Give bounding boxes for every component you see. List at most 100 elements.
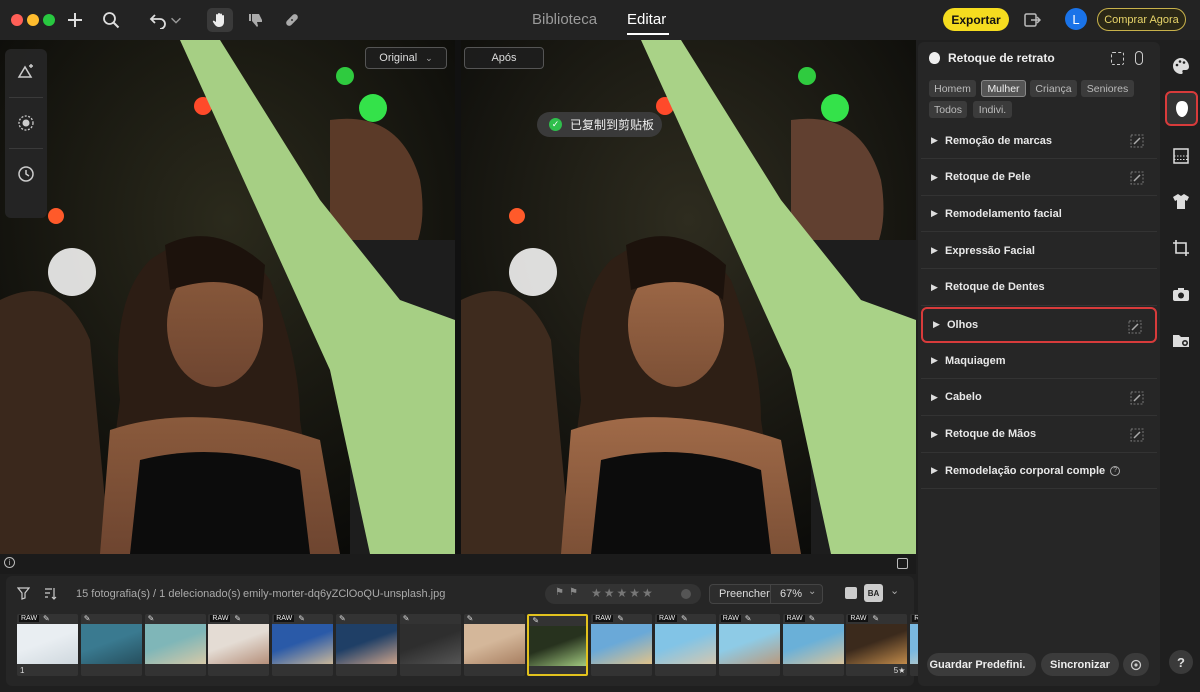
chip-homem[interactable]: Homem — [929, 80, 976, 97]
info-icon[interactable]: i — [4, 557, 15, 568]
clothing-icon[interactable] — [1169, 189, 1193, 213]
section-retoque-de-dentes[interactable]: ▶ Retoque de Dentes — [921, 270, 1157, 306]
hand-tool-icon[interactable] — [207, 8, 233, 32]
edit-pencil-icon[interactable] — [1130, 134, 1144, 148]
thumbnail[interactable]: RAW ✎ — [782, 614, 844, 676]
sync-settings-button[interactable] — [1123, 653, 1149, 676]
thumbnail[interactable]: RAW ✎ — [718, 614, 780, 676]
tab-editar[interactable]: Editar — [627, 11, 666, 28]
buy-now-button[interactable]: Comprar Agora — [1097, 8, 1186, 31]
thumbnail[interactable]: RAW ✎ — [272, 614, 334, 676]
avatar[interactable]: L — [1065, 8, 1087, 30]
chevron-right-icon: ▶ — [931, 355, 938, 366]
edit-pencil-icon[interactable] — [1130, 171, 1144, 185]
sign-in-icon[interactable] — [1019, 8, 1045, 32]
thumbnail[interactable]: ✎ — [336, 614, 397, 676]
edit-pencil-icon[interactable] — [1128, 320, 1142, 334]
chevron-down-icon[interactable]: ⌄ — [808, 586, 816, 597]
sync-button[interactable]: Sincronizar — [1041, 653, 1119, 676]
thumbnail[interactable]: ✎ — [80, 614, 142, 676]
color-label-icon[interactable] — [681, 589, 691, 599]
help-button[interactable]: ? — [1169, 650, 1193, 674]
flag-pick-icon[interactable]: ⚑ — [569, 587, 578, 598]
thumbnail[interactable]: ✎ — [463, 614, 525, 676]
background-icon[interactable] — [1169, 144, 1193, 168]
camera-icon[interactable] — [1169, 282, 1193, 306]
section-maquiagem[interactable]: ▶ Maquiagem — [921, 343, 1157, 380]
tool-separator — [9, 97, 43, 98]
thumbnail[interactable]: RAW ✎ 1 — [17, 614, 78, 676]
chip-crianca[interactable]: Criança — [1030, 80, 1077, 97]
minimize-window-button[interactable] — [27, 14, 39, 26]
single-view-icon[interactable] — [845, 587, 857, 599]
chip-mulher[interactable]: Mulher — [981, 80, 1026, 97]
raw-badge: RAW — [274, 615, 295, 622]
section-cabelo[interactable]: ▶ Cabelo — [921, 380, 1157, 416]
thumbnail[interactable]: ✎ — [399, 614, 461, 676]
section-olhos[interactable]: ▶ Olhos — [921, 306, 1157, 343]
bandage-tool-icon[interactable] — [279, 8, 305, 32]
ai-enhance-icon[interactable] — [14, 59, 38, 83]
add-icon[interactable] — [62, 8, 88, 32]
thumbnail[interactable]: RAW ✎ — [591, 614, 653, 676]
section-remodelamento-facial[interactable]: ▶ Remodelamento facial — [921, 196, 1157, 233]
fill-zoom-control[interactable]: Preencher 67% ⌄ — [709, 584, 823, 604]
zoom-value[interactable]: 67% — [780, 588, 802, 600]
chevron-down-icon[interactable]: ⌄ — [890, 584, 899, 597]
file-name: emily-morter-dq6yZClOoQU-unsplash.jpg — [243, 588, 446, 600]
edited-pencil-icon: ✎ — [466, 614, 474, 623]
thumbnail-image — [846, 624, 908, 664]
chip-todos[interactable]: Todos — [929, 101, 967, 118]
sort-icon[interactable] — [44, 587, 57, 603]
save-preset-button[interactable]: Guardar Predefini. — [927, 653, 1036, 676]
filter-icon[interactable] — [16, 587, 31, 603]
search-icon[interactable] — [98, 8, 124, 32]
flag-reject-icon[interactable]: ⚑ — [555, 587, 564, 598]
before-after-view-icon[interactable]: BA — [864, 584, 883, 602]
edit-pencil-icon[interactable] — [1130, 428, 1144, 442]
thumbnail[interactable]: RAW✎ 5★ — [846, 614, 908, 676]
before-label-dropdown[interactable]: Original ⌄ — [365, 47, 447, 69]
dislike-tool-icon[interactable] — [243, 8, 269, 32]
edited-pencil-icon: ✎ — [234, 614, 242, 623]
raw-badge: RAW — [848, 615, 869, 622]
section-label: Cabelo — [945, 391, 982, 404]
section-retoque-de-m-os[interactable]: ▶ Retoque de Mãos — [921, 417, 1157, 453]
viewer-info-bar: i — [0, 554, 916, 574]
thumbnail[interactable]: RAW ✎ — [655, 614, 716, 676]
mask-radial-icon[interactable] — [14, 111, 38, 135]
chip-seniores[interactable]: Seniores — [1081, 80, 1134, 97]
export-button[interactable]: Exportar — [943, 8, 1009, 31]
thumbnail[interactable]: ✎ — [144, 614, 206, 676]
section-remodela-o-corporal-comple[interactable]: ▶ Remodelação corporal comple? — [921, 453, 1157, 490]
tool-separator — [9, 148, 43, 149]
thumbnail-image — [80, 624, 142, 664]
edited-pencil-icon: ✎ — [532, 616, 540, 625]
section-retoque-de-pele[interactable]: ▶ Retoque de Pele — [921, 160, 1157, 196]
link-icon[interactable] — [1135, 51, 1143, 65]
portrait-retouch-icon[interactable] — [1165, 91, 1198, 126]
edited-pencil-icon: ✎ — [43, 614, 50, 623]
section-label: Retoque de Mãos — [945, 428, 1037, 441]
section-remo-o-de-marcas[interactable]: ▶ Remoção de marcas — [921, 123, 1157, 159]
undo-history-chevron-icon[interactable] — [168, 8, 184, 32]
batch-folder-icon[interactable] — [1169, 328, 1193, 352]
section-express-o-facial[interactable]: ▶ Expressão Facial — [921, 233, 1157, 270]
close-window-button[interactable] — [11, 14, 23, 26]
history-icon[interactable] — [14, 162, 38, 186]
tab-biblioteca[interactable]: Biblioteca — [532, 11, 597, 28]
star-rating-icons[interactable]: ★★★★★ — [591, 586, 655, 600]
palette-icon[interactable] — [1169, 54, 1193, 78]
chip-individual[interactable]: Indivi. — [973, 101, 1012, 118]
fill-label[interactable]: Preencher — [719, 588, 770, 600]
star-rating-badge: 5★ — [893, 666, 906, 675]
thumbnail[interactable]: RAW ✎ — [208, 614, 270, 676]
edited-pencil-icon: ✎ — [402, 614, 410, 623]
help-circle-icon[interactable]: ? — [1110, 465, 1121, 476]
face-detect-icon[interactable] — [1111, 52, 1124, 65]
compare-view-icon[interactable] — [897, 558, 908, 569]
thumbnail[interactable]: ✎ — [527, 614, 589, 676]
maximize-window-button[interactable] — [43, 14, 55, 26]
crop-icon[interactable] — [1169, 236, 1193, 260]
edit-pencil-icon[interactable] — [1130, 391, 1144, 405]
